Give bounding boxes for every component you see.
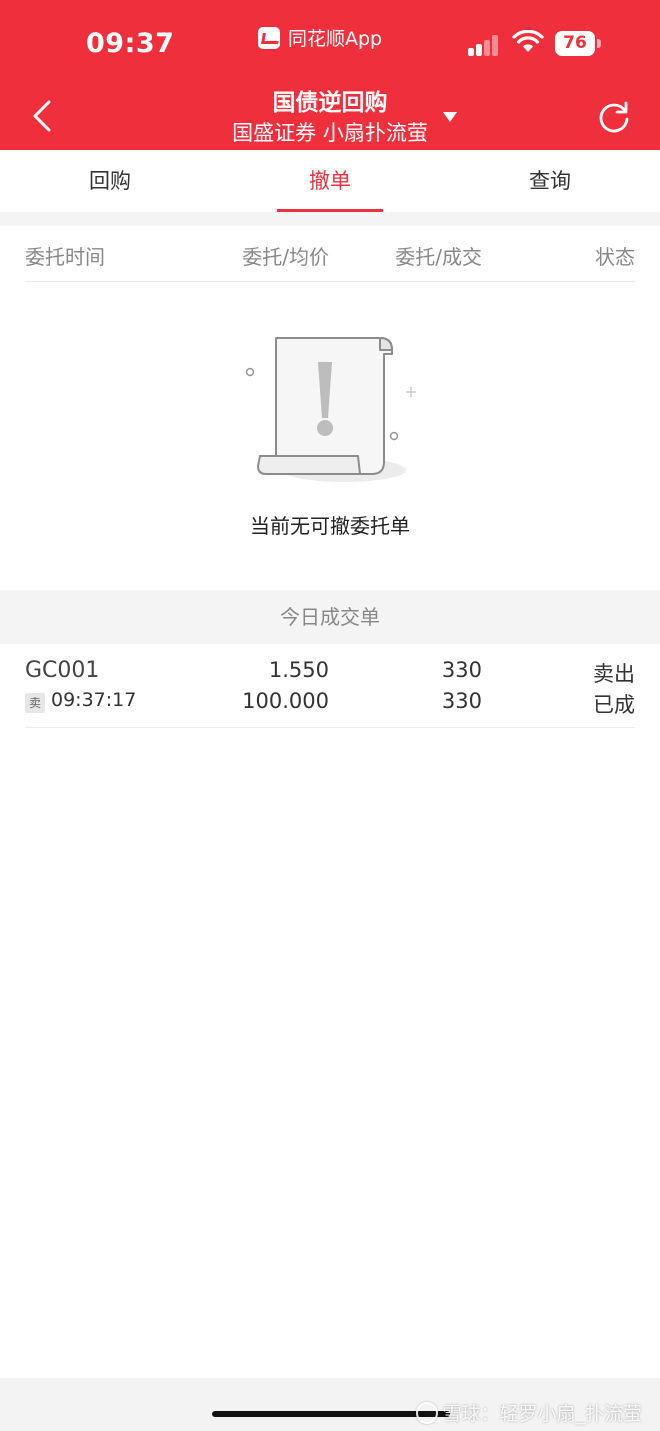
page-title: 国债逆回购 bbox=[272, 90, 388, 116]
column-header-time: 委托时间 bbox=[25, 245, 105, 269]
tab-cancel-order[interactable]: 撤单 bbox=[220, 150, 440, 212]
tab-query[interactable]: 查询 bbox=[440, 150, 660, 212]
trade-direction: 卖出 bbox=[593, 662, 635, 686]
battery-indicator: 76 bbox=[555, 31, 601, 56]
trade-time: 09:37:17 bbox=[51, 689, 137, 711]
title-block[interactable]: 国债逆回购 国盛证券 小扇扑流萤 bbox=[0, 88, 660, 148]
filled-quantity: 330 bbox=[441, 689, 482, 713]
watermark-text: 雪球：轻罗小扇_扑流萤 bbox=[442, 1403, 642, 1425]
app-header: 09:37 同花顺App 76 国债逆回购 国盛证券 小扇扑流萤 bbox=[0, 0, 660, 150]
watermark: 雪球：轻罗小扇_扑流萤 bbox=[416, 1399, 642, 1426]
order-quantity: 330 bbox=[441, 658, 482, 682]
document-exclamation-icon bbox=[245, 337, 416, 482]
tab-bar: 回购 撤单 查询 bbox=[0, 150, 660, 212]
carrier-app-label: 同花顺App bbox=[288, 28, 383, 50]
signal-bars-icon bbox=[468, 34, 502, 56]
carrier-app-indicator[interactable]: 同花顺App bbox=[258, 24, 382, 51]
status-time: 09:37 bbox=[86, 28, 175, 59]
column-header-status: 状态 bbox=[595, 245, 635, 269]
wifi-icon bbox=[512, 30, 544, 52]
side-tag: 卖 bbox=[25, 693, 45, 713]
column-headers: 委托时间 委托/均价 委托/成交 状态 bbox=[25, 226, 635, 282]
app-logo-icon bbox=[258, 26, 280, 49]
order-price: 1.550 bbox=[268, 658, 329, 682]
caret-down-icon[interactable] bbox=[442, 111, 458, 123]
battery-level: 76 bbox=[555, 31, 595, 56]
xueqiu-logo-icon bbox=[416, 1401, 439, 1424]
average-price: 100.000 bbox=[242, 689, 329, 713]
divider bbox=[0, 212, 660, 226]
refresh-icon bbox=[599, 101, 629, 133]
account-subtitle: 国盛证券 小扇扑流萤 bbox=[232, 121, 428, 145]
empty-state-message: 当前无可撤委托单 bbox=[250, 514, 410, 538]
trade-status: 已成 bbox=[593, 693, 635, 717]
column-header-quantity: 委托/成交 bbox=[395, 245, 482, 269]
refresh-button[interactable] bbox=[596, 99, 632, 135]
page: 09:37 同花顺App 76 国债逆回购 国盛证券 小扇扑流萤 回购 撤单 查… bbox=[0, 0, 660, 1431]
trade-code: GC001 bbox=[25, 658, 100, 683]
column-header-price: 委托/均价 bbox=[242, 245, 329, 269]
home-indicator[interactable] bbox=[212, 1411, 450, 1417]
tab-repurchase[interactable]: 回购 bbox=[0, 150, 220, 212]
today-trades-header: 今日成交单 bbox=[0, 590, 660, 644]
table-row[interactable]: GC001 卖 09:37:17 1.550 100.000 330 330 卖… bbox=[25, 648, 635, 728]
